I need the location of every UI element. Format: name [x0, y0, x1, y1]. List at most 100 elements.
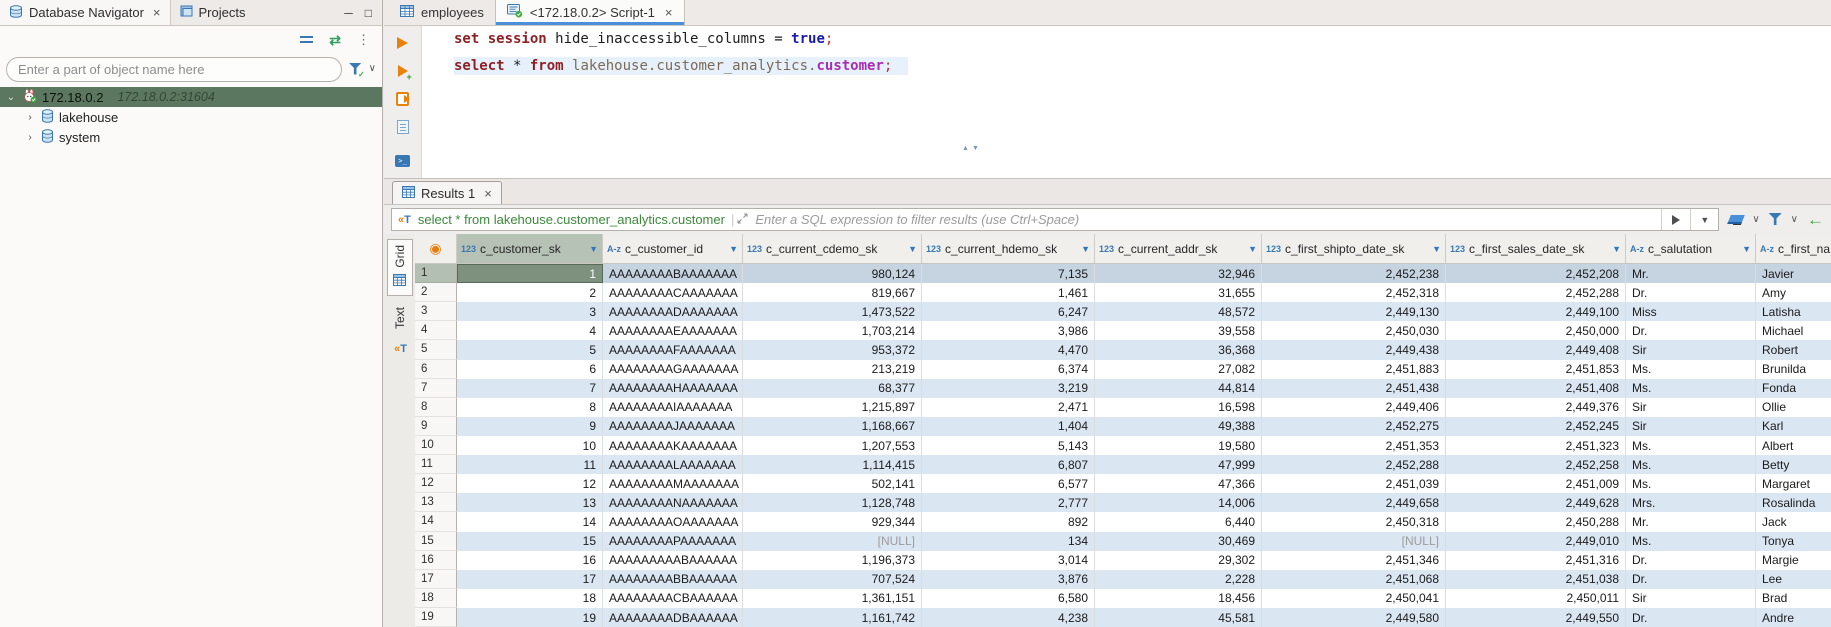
grid-cell[interactable]: Miss: [1626, 302, 1756, 321]
grid-cell[interactable]: 2,451,323: [1446, 436, 1626, 455]
grid-cell[interactable]: Andre: [1756, 608, 1831, 627]
grid-cell[interactable]: AAAAAAAADBAAAAAA: [603, 608, 743, 627]
grid-cell[interactable]: 1,207,553: [743, 436, 922, 455]
close-icon[interactable]: ×: [665, 5, 673, 20]
filter-funnel-icon[interactable]: [1769, 213, 1782, 226]
grid-cell[interactable]: 47,366: [1095, 474, 1262, 493]
grid-cell[interactable]: 2: [457, 283, 603, 302]
grid-cell[interactable]: Tonya: [1756, 532, 1831, 551]
grid-cell[interactable]: 4,470: [922, 340, 1095, 359]
grid-cell[interactable]: 2,450,030: [1262, 321, 1446, 340]
grid-cell[interactable]: Brad: [1756, 589, 1831, 608]
grid-cell[interactable]: Ms.: [1626, 474, 1756, 493]
grid-cell[interactable]: Dr.: [1626, 321, 1756, 340]
grid-cell[interactable]: Mr.: [1626, 264, 1756, 283]
execute-new-tab-icon[interactable]: +: [384, 63, 421, 79]
row-number[interactable]: 5: [415, 340, 457, 359]
column-header-c_salutation[interactable]: A-zc_salutation▼: [1626, 234, 1756, 263]
grid-cell[interactable]: 14,006: [1095, 493, 1262, 512]
grid-cell[interactable]: 2,452,275: [1262, 417, 1446, 436]
grid-cell[interactable]: 1,404: [922, 417, 1095, 436]
sort-dropdown-icon[interactable]: ▼: [589, 244, 598, 254]
row-number[interactable]: 17: [415, 570, 457, 589]
sort-dropdown-icon[interactable]: ▼: [1742, 244, 1751, 254]
back-arrow-icon[interactable]: ←: [1807, 211, 1824, 228]
grid-cell[interactable]: 15: [457, 532, 603, 551]
column-header-c_first_shipto_date_sk[interactable]: 123c_first_shipto_date_sk▼: [1262, 234, 1446, 263]
code-line[interactable]: set session hide_inaccessible_columns = …: [454, 30, 908, 48]
grid-cell[interactable]: [NULL]: [743, 532, 922, 551]
grid-cell[interactable]: 2,449,438: [1262, 340, 1446, 359]
grid-cell[interactable]: 7: [457, 379, 603, 398]
row-number[interactable]: 12: [415, 474, 457, 493]
grid-cell[interactable]: 49,388: [1095, 417, 1262, 436]
grid-cell[interactable]: Sir: [1626, 398, 1756, 417]
grid-cell[interactable]: 2,449,580: [1262, 608, 1446, 627]
grid-cell[interactable]: 1: [457, 264, 603, 283]
column-header-c_current_hdemo_sk[interactable]: 123c_current_hdemo_sk▼: [922, 234, 1095, 263]
grid-cell[interactable]: 68,377: [743, 379, 922, 398]
grid-cell[interactable]: 12: [457, 474, 603, 493]
grid-cell[interactable]: Dr.: [1626, 551, 1756, 570]
grid-cell[interactable]: Ms.: [1626, 379, 1756, 398]
row-number[interactable]: 11: [415, 455, 457, 474]
grid-cell[interactable]: 819,667: [743, 283, 922, 302]
grid-cell[interactable]: 18,456: [1095, 589, 1262, 608]
grid-cell[interactable]: 2,449,100: [1446, 302, 1626, 321]
tree-item-system[interactable]: › system: [0, 127, 382, 147]
collapse-all-icon[interactable]: [300, 36, 313, 38]
grid-cell[interactable]: 2,450,041: [1262, 589, 1446, 608]
grid-cell[interactable]: Jack: [1756, 512, 1831, 531]
grid-cell[interactable]: 1,361,151: [743, 589, 922, 608]
grid-cell[interactable]: 1,461: [922, 283, 1095, 302]
grid-cell[interactable]: 2,451,853: [1446, 360, 1626, 379]
grid-cell[interactable]: 3,014: [922, 551, 1095, 570]
grid-cell[interactable]: Ollie: [1756, 398, 1831, 417]
grid-cell[interactable]: 47,999: [1095, 455, 1262, 474]
grid-cell[interactable]: 2,449,550: [1446, 608, 1626, 627]
sort-dropdown-icon[interactable]: ▼: [908, 244, 917, 254]
column-header-c_customer_sk[interactable]: 123c_customer_sk▼: [457, 234, 603, 263]
grid-cell[interactable]: 6,580: [922, 589, 1095, 608]
grid-cell[interactable]: 2,451,009: [1446, 474, 1626, 493]
grid-cell[interactable]: 27,082: [1095, 360, 1262, 379]
sort-dropdown-icon[interactable]: ▼: [1248, 244, 1257, 254]
result-filter-input[interactable]: «T select * from lakehouse.customer_anal…: [391, 208, 1719, 231]
grid-cell[interactable]: 5: [457, 340, 603, 359]
view-menu-icon[interactable]: ⋮: [357, 33, 370, 46]
grid-cell[interactable]: AAAAAAAACBAAAAAA: [603, 589, 743, 608]
grid-cell[interactable]: 3: [457, 302, 603, 321]
grid-cell[interactable]: 2,451,316: [1446, 551, 1626, 570]
grid-cell[interactable]: 4: [457, 321, 603, 340]
grid-cell[interactable]: 6,247: [922, 302, 1095, 321]
grid-cell[interactable]: AAAAAAAAGAAAAAAA: [603, 360, 743, 379]
grid-cell[interactable]: Latisha: [1756, 302, 1831, 321]
grid-cell[interactable]: AAAAAAAAJAAAAAAA: [603, 417, 743, 436]
chevron-down-icon[interactable]: ∨: [369, 64, 376, 74]
minimize-icon[interactable]: ─: [344, 6, 353, 20]
grid-cell[interactable]: Mr.: [1626, 512, 1756, 531]
maximize-icon[interactable]: □: [365, 6, 372, 20]
filter-funnel-icon[interactable]: ✓: [349, 63, 362, 76]
filter-dropdown-icon[interactable]: ▼: [1690, 209, 1718, 230]
grid-cell[interactable]: 32,946: [1095, 264, 1262, 283]
grid-cell[interactable]: [NULL]: [1262, 532, 1446, 551]
chevron-down-icon[interactable]: ∨: [1791, 215, 1798, 225]
grid-cell[interactable]: 16,598: [1095, 398, 1262, 417]
grid-cell[interactable]: 36,368: [1095, 340, 1262, 359]
grid-cell[interactable]: 2,451,038: [1446, 570, 1626, 589]
grid-cell[interactable]: 2,449,376: [1446, 398, 1626, 417]
grid-cell[interactable]: 2,452,238: [1262, 264, 1446, 283]
close-icon[interactable]: ×: [153, 5, 161, 20]
grid-cell[interactable]: 2,452,258: [1446, 455, 1626, 474]
grid-cell[interactable]: Javier: [1756, 264, 1831, 283]
row-number[interactable]: 7: [415, 379, 457, 398]
grid-cell[interactable]: Betty: [1756, 455, 1831, 474]
grid-cell[interactable]: 1,473,522: [743, 302, 922, 321]
grid-cell[interactable]: 17: [457, 570, 603, 589]
grid-cell[interactable]: AAAAAAAANAAAAAAA: [603, 493, 743, 512]
grid-cell[interactable]: AAAAAAAAMAAAAAAA: [603, 474, 743, 493]
row-number[interactable]: 18: [415, 589, 457, 608]
grid-cell[interactable]: 19: [457, 608, 603, 627]
grid-cell[interactable]: 2,451,039: [1262, 474, 1446, 493]
